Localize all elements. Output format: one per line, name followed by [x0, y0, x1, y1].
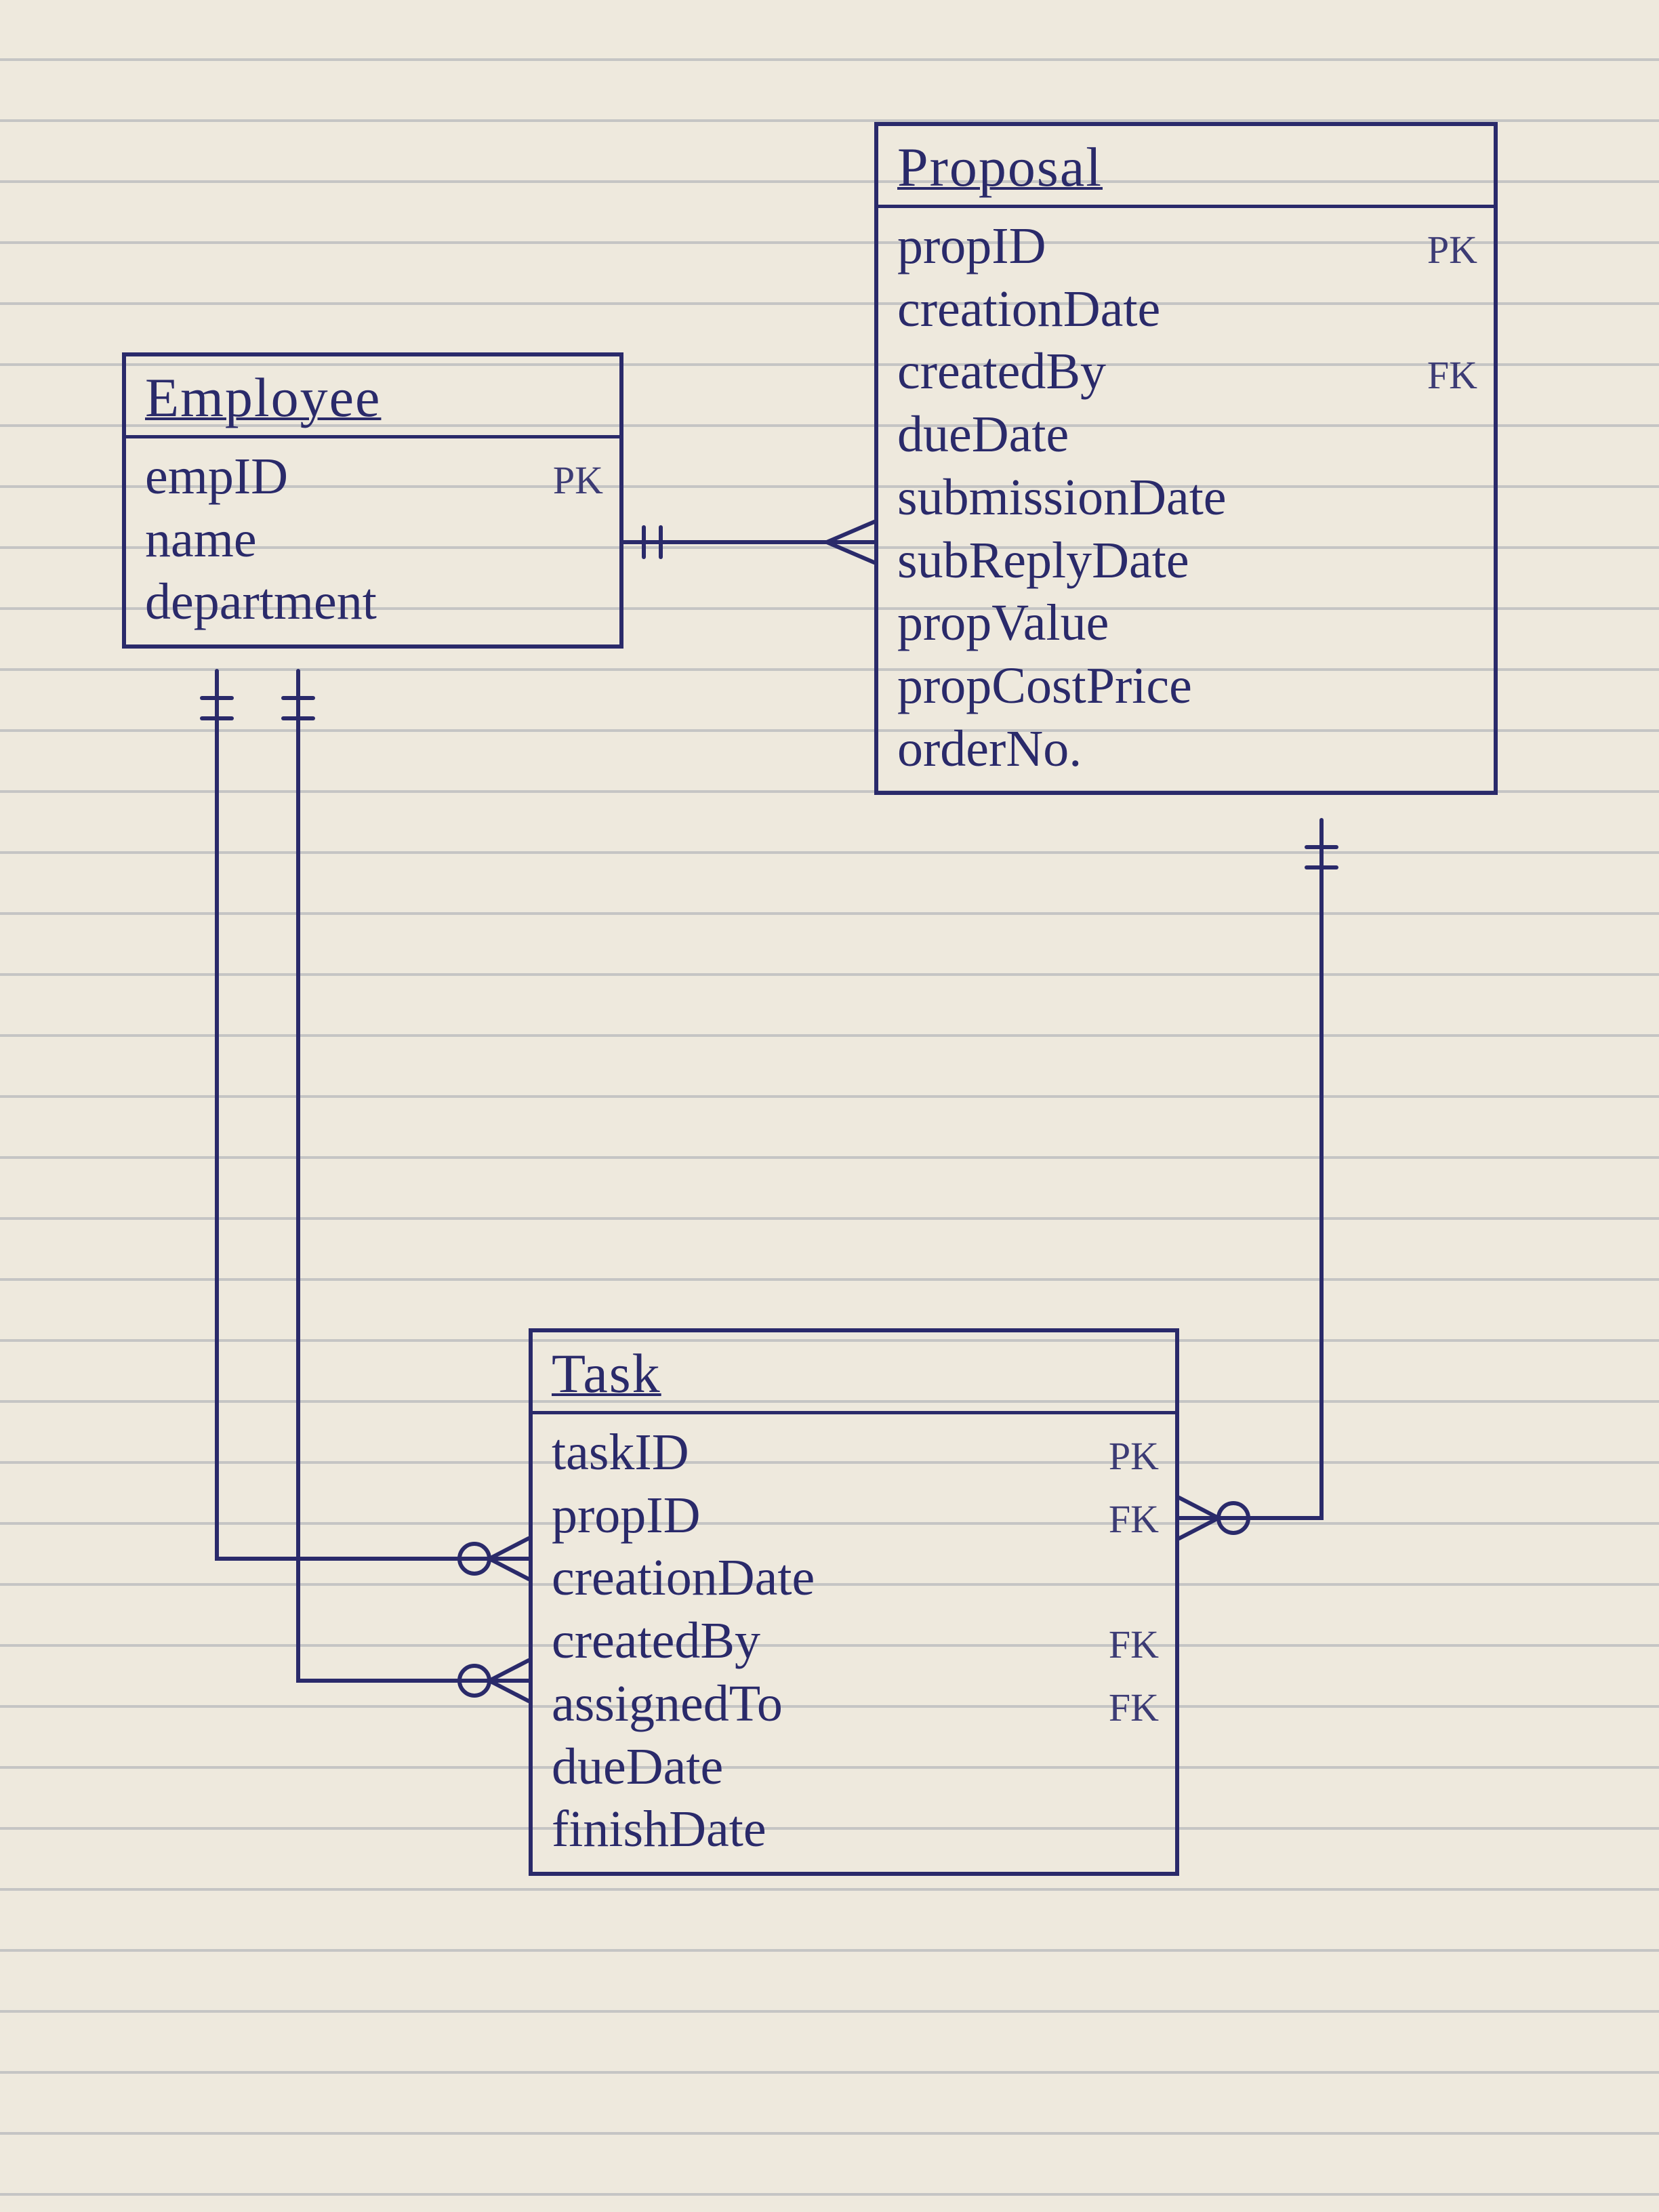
entity-task-title: Task	[533, 1332, 1175, 1414]
entity-proposal-title: Proposal	[878, 126, 1494, 208]
attr-name: propValue	[897, 592, 1109, 655]
attr-key: FK	[1109, 1684, 1159, 1732]
attr-name: dueDate	[897, 403, 1069, 466]
attr-key: PK	[553, 457, 603, 505]
rel-proposal-task	[1179, 820, 1464, 1565]
er-diagram: Employee empID PK name department Propos…	[0, 0, 1659, 2212]
entity-task-attrs: taskID PK propID FK creationDate createdBy…	[533, 1414, 1175, 1872]
entity-employee-title: Employee	[126, 356, 619, 438]
rel-employee-task-2	[258, 671, 542, 1715]
attr-name: creationDate	[897, 278, 1160, 341]
attr-empid: empID PK	[145, 445, 603, 508]
attr-key: PK	[1109, 1433, 1159, 1481]
attr-key: PK	[1427, 226, 1477, 274]
attr-name: propCostPrice	[897, 655, 1192, 718]
rel-employee-proposal	[623, 515, 881, 569]
attr-name: subReplyDate	[897, 529, 1189, 592]
entity-proposal: Proposal propID PK creationDate createdBy…	[874, 122, 1498, 795]
attr-name: createdBy	[897, 340, 1106, 403]
entity-employee-attrs: empID PK name department	[126, 438, 619, 644]
entity-proposal-attrs: propID PK creationDate createdBy FK dueDat…	[878, 208, 1494, 791]
attr-name: assignedTo	[552, 1673, 783, 1736]
attr-name: taskID	[552, 1421, 689, 1484]
attr-name: orderNo.	[897, 718, 1082, 781]
entity-task: Task taskID PK propID FK creationDate crea…	[529, 1328, 1179, 1876]
attr-name: name	[145, 508, 257, 571]
entity-employee: Employee empID PK name department	[122, 352, 623, 649]
attr-name: createdBy	[552, 1610, 760, 1673]
attr-name: propID	[552, 1484, 701, 1547]
attr-key: FK	[1109, 1621, 1159, 1669]
attr-name: dueDate	[552, 1736, 723, 1799]
attr-name: empID	[145, 445, 288, 508]
rel-employee-task-1	[176, 671, 542, 1593]
attr-key: FK	[1109, 1496, 1159, 1544]
attr-department: department	[145, 571, 603, 634]
attr-name: finishDate	[552, 1798, 766, 1861]
attr-name: department	[145, 571, 377, 634]
attr-name: propID	[897, 215, 1046, 278]
attr-name: creationDate	[552, 1547, 815, 1610]
attr-name: submissionDate	[897, 466, 1227, 529]
attr-name-field: name	[145, 508, 603, 571]
attr-key: FK	[1427, 352, 1477, 400]
